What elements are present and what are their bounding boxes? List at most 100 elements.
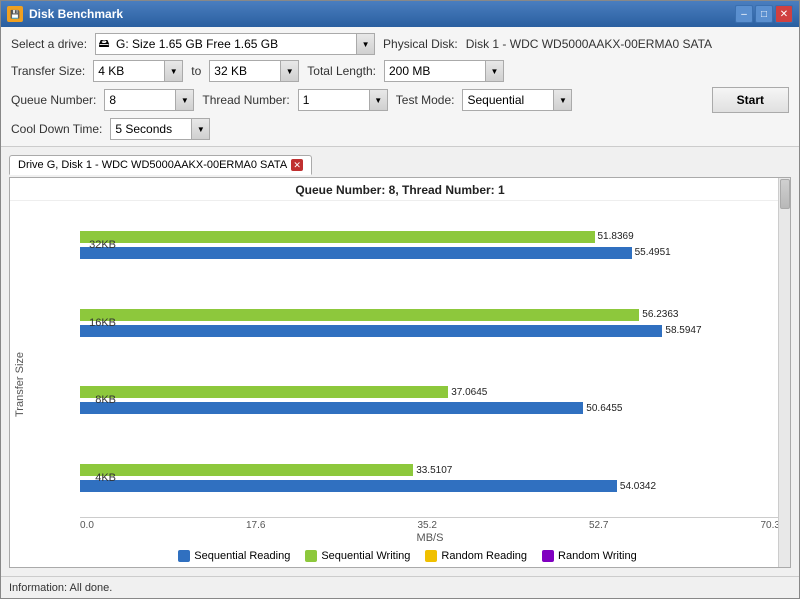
legend-label-sequential-reading: Sequential Reading (194, 550, 290, 562)
tab-label: Drive G, Disk 1 - WDC WD5000AAKX-00ERMA0… (18, 159, 287, 171)
bar-16kb-sequential-writing (80, 309, 639, 321)
bar-group-8kb: 8KB 37.0645 50.6455 (80, 385, 780, 415)
bar-value-32kb-green: 51.8369 (598, 231, 634, 242)
transfer-to-arrow-icon: ▼ (280, 61, 298, 81)
bar-group-32kb: 32KB 51.8369 55.4951 (80, 230, 780, 260)
start-button[interactable]: Start (712, 87, 789, 113)
bar-row-8kb-green: 37.0645 (80, 385, 780, 399)
cool-down-value: 5 Seconds (111, 122, 191, 136)
window-title: Disk Benchmark (29, 7, 735, 21)
to-label: to (191, 64, 201, 78)
bar-value-16kb-blue: 58.5947 (665, 325, 701, 336)
toolbar-row-4: Cool Down Time: 5 Seconds ▼ (11, 118, 789, 140)
legend-color-sequential-reading (178, 550, 190, 562)
bar-value-32kb-blue: 55.4951 (635, 247, 671, 258)
test-mode-value: Sequential (463, 93, 553, 107)
bars-area: 32KB 51.8369 55.4951 (35, 206, 780, 517)
bar-row-32kb-green: 51.8369 (80, 230, 780, 244)
chart-body: Transfer Size 32KB 51.8369 (10, 201, 790, 567)
chart-container: Queue Number: 8, Thread Number: 1 Transf… (9, 177, 791, 568)
vertical-scrollbar[interactable] (778, 201, 790, 567)
drive-select[interactable]: 🖴 G: Size 1.65 GB Free 1.65 GB ▼ (95, 33, 375, 55)
y-axis-label: Transfer Size (10, 201, 30, 567)
select-drive-label: Select a drive: (11, 37, 87, 51)
transfer-size-label: Transfer Size: (11, 64, 85, 78)
total-length-label: Total Length: (307, 64, 376, 78)
close-button[interactable]: ✕ (775, 5, 793, 23)
status-text: Information: All done. (9, 582, 112, 594)
toolbar-row-3: Queue Number: 8 ▼ Thread Number: 1 ▼ Tes… (11, 87, 789, 113)
physical-disk-label: Physical Disk: (383, 37, 458, 51)
physical-disk-value: Disk 1 - WDC WD5000AAKX-00ERMA0 SATA (466, 37, 712, 51)
chart-main: 32KB 51.8369 55.4951 (30, 201, 790, 567)
bar-row-4kb-green: 33.5107 (80, 463, 780, 477)
x-axis: 0.0 17.6 35.2 52.7 70.3 (80, 517, 780, 531)
x-axis-label: MB/S (80, 531, 780, 545)
bar-4kb-sequential-reading (80, 480, 617, 492)
legend-label-sequential-writing: Sequential Writing (321, 550, 410, 562)
queue-number-select[interactable]: 8 ▼ (104, 89, 194, 111)
bar-row-16kb-blue: 58.5947 (80, 324, 780, 338)
title-bar: 💾 Disk Benchmark – □ ✕ (1, 1, 799, 27)
legend-color-random-reading (425, 550, 437, 562)
transfer-to-select[interactable]: 32 KB ▼ (209, 60, 299, 82)
thread-number-select[interactable]: 1 ▼ (298, 89, 388, 111)
cool-down-select[interactable]: 5 Seconds ▼ (110, 118, 210, 140)
legend-sequential-reading: Sequential Reading (178, 550, 290, 562)
x-tick-1: 17.6 (246, 520, 265, 531)
minimize-button[interactable]: – (735, 5, 753, 23)
queue-number-value: 8 (105, 93, 175, 107)
legend-color-random-writing (542, 550, 554, 562)
tab-bar: Drive G, Disk 1 - WDC WD5000AAKX-00ERMA0… (9, 155, 791, 175)
legend-random-writing: Random Writing (542, 550, 637, 562)
bar-value-8kb-green: 37.0645 (451, 387, 487, 398)
queue-number-arrow-icon: ▼ (175, 90, 193, 110)
x-tick-3: 52.7 (589, 520, 608, 531)
bar-8kb-sequential-writing (80, 386, 448, 398)
bar-row-16kb-green: 56.2363 (80, 308, 780, 322)
bar-32kb-sequential-reading (80, 247, 632, 259)
transfer-from-value: 4 KB (94, 64, 164, 78)
legend-color-sequential-writing (305, 550, 317, 562)
bar-group-4kb: 4KB 33.5107 54.0342 (80, 463, 780, 493)
bar-value-4kb-green: 33.5107 (416, 465, 452, 476)
queue-number-label: Queue Number: (11, 93, 96, 107)
thread-number-arrow-icon: ▼ (369, 90, 387, 110)
legend-label-random-reading: Random Reading (441, 550, 527, 562)
bar-value-8kb-blue: 50.6455 (586, 403, 622, 414)
drive-value: G: Size 1.65 GB Free 1.65 GB (112, 37, 356, 51)
bar-32kb-sequential-writing (80, 231, 595, 243)
bar-value-16kb-green: 56.2363 (642, 309, 678, 320)
bar-value-4kb-blue: 54.0342 (620, 481, 656, 492)
x-axis-container: 0.0 17.6 35.2 52.7 70.3 MB/S (35, 517, 780, 545)
test-mode-arrow-icon: ▼ (553, 90, 571, 110)
app-icon: 💾 (7, 6, 23, 22)
main-window: 💾 Disk Benchmark – □ ✕ Select a drive: 🖴… (0, 0, 800, 599)
scrollbar-thumb[interactable] (780, 201, 790, 209)
chart-title: Queue Number: 8, Thread Number: 1 (10, 178, 790, 201)
drive-tab[interactable]: Drive G, Disk 1 - WDC WD5000AAKX-00ERMA0… (9, 155, 312, 175)
bar-8kb-sequential-reading (80, 402, 583, 414)
test-mode-select[interactable]: Sequential ▼ (462, 89, 572, 111)
total-length-arrow-icon: ▼ (485, 61, 503, 81)
thread-number-value: 1 (299, 93, 369, 107)
status-bar: Information: All done. (1, 576, 799, 598)
total-length-select[interactable]: 200 MB ▼ (384, 60, 504, 82)
tab-close-button[interactable]: ✕ (291, 159, 303, 171)
legend-sequential-writing: Sequential Writing (305, 550, 410, 562)
cool-down-label: Cool Down Time: (11, 122, 102, 136)
legend-random-reading: Random Reading (425, 550, 527, 562)
cool-down-arrow-icon: ▼ (191, 119, 209, 139)
transfer-from-arrow-icon: ▼ (164, 61, 182, 81)
thread-number-label: Thread Number: (202, 93, 289, 107)
test-mode-label: Test Mode: (396, 93, 455, 107)
chart-legend: Sequential Reading Sequential Writing Ra… (35, 545, 780, 567)
transfer-from-select[interactable]: 4 KB ▼ (93, 60, 183, 82)
toolbar-row-2: Transfer Size: 4 KB ▼ to 32 KB ▼ Total L… (11, 60, 789, 82)
bar-label-4kb: 4KB (78, 472, 116, 484)
content-area: Drive G, Disk 1 - WDC WD5000AAKX-00ERMA0… (1, 147, 799, 576)
bar-row-8kb-blue: 50.6455 (80, 401, 780, 415)
maximize-button[interactable]: □ (755, 5, 773, 23)
x-tick-2: 35.2 (417, 520, 436, 531)
legend-label-random-writing: Random Writing (558, 550, 637, 562)
